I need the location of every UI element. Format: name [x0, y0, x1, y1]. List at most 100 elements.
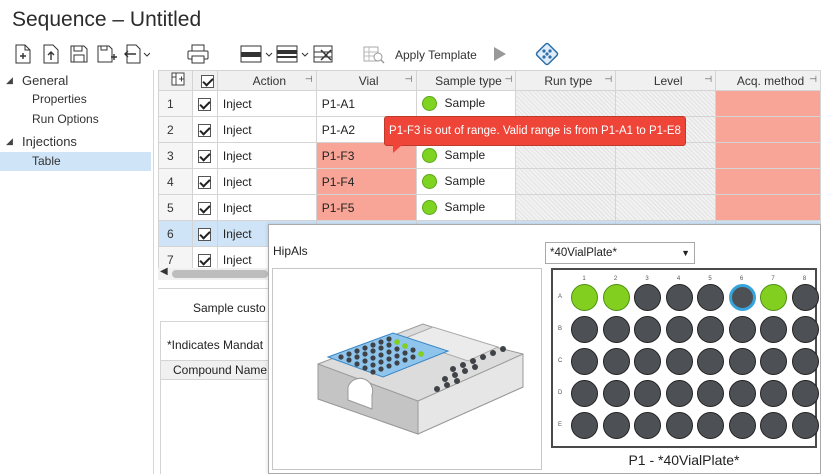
row-number[interactable]: 5: [158, 194, 193, 221]
vial-well-c2[interactable]: [602, 348, 630, 375]
save-as-icon[interactable]: [96, 42, 118, 66]
vial-well-e1[interactable]: [571, 412, 598, 439]
acq-method-cell[interactable]: [715, 168, 821, 195]
action-cell[interactable]: Inject: [216, 142, 317, 169]
vial-well-a1[interactable]: [571, 284, 598, 311]
expanded-triangle-icon[interactable]: ◢: [6, 136, 16, 147]
scrollbar-thumb[interactable]: [172, 270, 268, 278]
table-row[interactable]: 3 Inject P1-F3 Sample: [158, 142, 821, 169]
tray-icon[interactable]: [534, 42, 560, 66]
pin-icon[interactable]: ⊣: [405, 74, 413, 85]
vial-well-b8[interactable]: [791, 316, 819, 343]
tree-node-injections[interactable]: ◢ Injections: [6, 134, 77, 149]
vial-well-c3[interactable]: [634, 348, 661, 375]
chevron-down-icon[interactable]: ▼: [681, 243, 690, 263]
vial-well-d7[interactable]: [760, 380, 787, 407]
vial-well-a6[interactable]: [728, 284, 756, 311]
vial-well-d1[interactable]: [571, 380, 598, 407]
vial-well-c8[interactable]: [791, 348, 819, 375]
plate-type-select[interactable]: *40VialPlate* ▼: [545, 242, 695, 264]
run-type-cell[interactable]: [515, 142, 617, 169]
vial-well-b2[interactable]: [602, 316, 630, 343]
column-header-compound-name[interactable]: Compound Name: [161, 360, 279, 380]
table-row[interactable]: 1 Inject P1-A1 Sample: [158, 90, 821, 117]
row-number[interactable]: 6: [158, 220, 193, 247]
print-icon[interactable]: [186, 42, 210, 66]
pin-icon[interactable]: ⊣: [305, 74, 313, 85]
header-checkbox[interactable]: [191, 70, 218, 91]
vial-well-c6[interactable]: [728, 348, 756, 375]
vial-well-c4[interactable]: [665, 348, 693, 375]
save-icon[interactable]: [68, 42, 90, 66]
table-row[interactable]: 4 Inject P1-F4 Sample: [158, 168, 821, 195]
sample-type-cell[interactable]: Sample: [415, 168, 517, 195]
vial-well-a4[interactable]: [665, 284, 693, 311]
action-cell[interactable]: Inject: [216, 116, 317, 143]
row-number[interactable]: 3: [158, 142, 193, 169]
row-checkbox[interactable]: [191, 90, 218, 117]
row-checkbox[interactable]: [191, 194, 218, 221]
sample-type-cell[interactable]: Sample: [415, 142, 517, 169]
run-type-cell[interactable]: [515, 168, 617, 195]
new-sequence-icon[interactable]: [12, 42, 34, 66]
pin-icon[interactable]: ⊣: [505, 74, 513, 85]
row-checkbox[interactable]: [191, 220, 218, 247]
vial-well-d4[interactable]: [665, 380, 693, 407]
column-header-level[interactable]: Level ⊣: [615, 70, 717, 91]
vial-well-c5[interactable]: [697, 348, 724, 375]
run-type-cell[interactable]: [515, 194, 617, 221]
vial-well-b1[interactable]: [571, 316, 598, 343]
vial-well-d2[interactable]: [602, 380, 630, 407]
sample-type-cell[interactable]: Sample: [415, 90, 517, 117]
action-cell[interactable]: Inject: [216, 90, 317, 117]
pin-icon[interactable]: ⊣: [809, 74, 817, 85]
column-chooser-icon[interactable]: [158, 70, 193, 91]
tree-item-properties[interactable]: Properties: [32, 92, 87, 106]
level-cell[interactable]: [615, 142, 717, 169]
vial-well-e2[interactable]: [602, 412, 630, 439]
row-number[interactable]: 2: [158, 116, 193, 143]
vial-cell[interactable]: P1-F5: [315, 194, 417, 221]
vial-well-a7[interactable]: [760, 284, 787, 311]
vial-well-c7[interactable]: [760, 348, 787, 375]
vial-well-d3[interactable]: [634, 380, 661, 407]
import-icon[interactable]: [40, 42, 62, 66]
template-icon[interactable]: [362, 42, 386, 66]
action-cell[interactable]: Inject: [216, 194, 317, 221]
acq-method-cell[interactable]: [715, 116, 821, 143]
scroll-left-icon[interactable]: ◀: [160, 266, 168, 277]
run-icon[interactable]: [490, 42, 510, 66]
acq-method-cell[interactable]: [715, 142, 821, 169]
vial-cell[interactable]: P1-F4: [315, 168, 417, 195]
row-checkbox[interactable]: [191, 142, 218, 169]
horizontal-scrollbar[interactable]: ◀: [158, 266, 268, 280]
delete-rows-icon[interactable]: [312, 42, 336, 66]
level-cell[interactable]: [615, 194, 717, 221]
vial-well-e8[interactable]: [791, 412, 819, 439]
vial-well-e3[interactable]: [634, 412, 661, 439]
vial-well-e6[interactable]: [728, 412, 756, 439]
row-checkbox[interactable]: [191, 246, 218, 270]
pin-icon[interactable]: ⊣: [704, 74, 712, 85]
insert-rows-icon[interactable]: [240, 42, 274, 66]
vial-well-e7[interactable]: [760, 412, 787, 439]
row-number[interactable]: 1: [158, 90, 193, 117]
fill-down-icon[interactable]: [276, 42, 310, 66]
vial-well-b5[interactable]: [697, 316, 724, 343]
column-header-action[interactable]: Action ⊣: [216, 70, 317, 91]
sample-type-cell[interactable]: Sample: [415, 194, 517, 221]
vial-cell[interactable]: P1-A1: [315, 90, 417, 117]
vial-well-e4[interactable]: [665, 412, 693, 439]
row-number[interactable]: 4: [158, 168, 193, 195]
row-checkbox[interactable]: [191, 168, 218, 195]
run-type-cell[interactable]: [515, 90, 617, 117]
acq-method-cell[interactable]: [715, 90, 821, 117]
tree-item-run-options[interactable]: Run Options: [32, 112, 99, 126]
expanded-triangle-icon[interactable]: ◢: [6, 75, 16, 86]
vial-well-c1[interactable]: [571, 348, 598, 375]
level-cell[interactable]: [615, 90, 717, 117]
apply-template-button[interactable]: Apply Template: [395, 48, 477, 62]
vial-well-a3[interactable]: [634, 284, 661, 311]
column-header-vial[interactable]: Vial ⊣: [315, 70, 417, 91]
column-header-sample-type[interactable]: Sample type ⊣: [415, 70, 517, 91]
